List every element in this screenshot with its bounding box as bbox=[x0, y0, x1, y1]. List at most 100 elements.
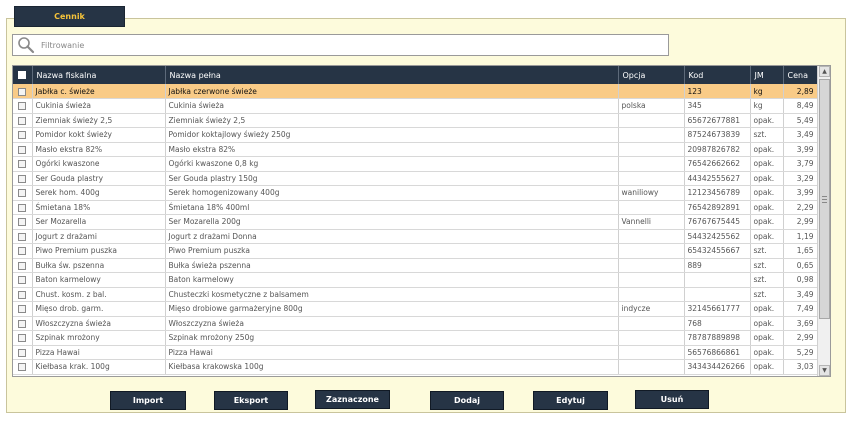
cell-code: 65432455667 bbox=[684, 243, 751, 259]
cell-code: 54432425562 bbox=[684, 229, 751, 244]
cell-full-name: Ser Gouda plastry 150g bbox=[165, 171, 619, 186]
column-header-code[interactable]: Kod bbox=[684, 66, 751, 84]
cell-fiscal-name: Pizza Hawai bbox=[32, 345, 166, 360]
cell-fiscal-name: Ser Gouda plastry bbox=[32, 171, 166, 186]
table-row[interactable]: Masło ekstra 82% Masło ekstra 82% 20987826… bbox=[13, 142, 819, 157]
table-row[interactable]: Pizza Hawai Pizza Hawai 56576866861 opak. 5,… bbox=[13, 345, 819, 360]
table-row[interactable]: Śmietana 18% Śmietana 18% 400ml 7654289289… bbox=[13, 200, 819, 215]
column-header-price[interactable]: Cena bbox=[783, 66, 819, 84]
cell-unit: opak. bbox=[750, 345, 784, 360]
column-header-full-name[interactable]: Nazwa pełna bbox=[165, 66, 619, 84]
cell-code: 56576866861 bbox=[684, 345, 751, 360]
table-row[interactable]: Serek hom. 400g Serek homogenizowany 400g… bbox=[13, 185, 819, 201]
cell-full-name: Ziemniak świeży 2,5 bbox=[165, 113, 619, 128]
add-button[interactable]: Dodaj bbox=[430, 391, 504, 410]
scroll-down-icon[interactable]: ▼ bbox=[819, 365, 830, 376]
cell-full-name: Ogórki kwaszone 0,8 kg bbox=[165, 156, 619, 172]
row-checkbox[interactable] bbox=[13, 301, 33, 317]
cell-full-name: Piwo Premium puszka bbox=[165, 243, 619, 259]
cell-fiscal-name: Bułka św. pszenna bbox=[32, 258, 166, 273]
row-checkbox[interactable] bbox=[13, 142, 33, 157]
row-checkbox[interactable] bbox=[13, 113, 33, 128]
cell-full-name: Pomidor koktajlowy świeży 250g bbox=[165, 127, 619, 143]
table-row[interactable]: Cukinia świeża Cukinia świeża polska 345 kg 8… bbox=[13, 98, 819, 114]
table-row[interactable]: Jogurt z drażami Jogurt z drażami Donna 54… bbox=[13, 229, 819, 244]
row-checkbox[interactable] bbox=[13, 272, 33, 288]
selected-button[interactable]: Zaznaczone bbox=[315, 390, 390, 409]
table-row[interactable]: Ogórki kwaszone Ogórki kwaszone 0,8 kg 765… bbox=[13, 156, 819, 172]
row-checkbox[interactable] bbox=[13, 127, 33, 143]
edit-button[interactable]: Edytuj bbox=[533, 391, 608, 410]
table-row[interactable]: Piwo Premium puszka Piwo Premium puszka 65… bbox=[13, 243, 819, 259]
cell-price: 3,29 bbox=[783, 171, 819, 186]
row-checkbox[interactable] bbox=[13, 214, 33, 230]
filter-input[interactable] bbox=[41, 36, 641, 54]
row-checkbox[interactable] bbox=[13, 171, 33, 186]
scrollbar-thumb[interactable] bbox=[819, 79, 830, 319]
column-header-fiscal-name[interactable]: Nazwa fiskalna bbox=[32, 66, 166, 84]
cell-full-name: Masło ekstra 82% bbox=[165, 142, 619, 157]
table-row[interactable]: Kiełbasa krak. 100g Kiełbasa krakowska 10… bbox=[13, 359, 819, 375]
cell-full-name: Jabłka czerwone świeże bbox=[165, 84, 619, 99]
table-row[interactable]: Chust. kosm. z bal. Chusteczki kosmetyczn… bbox=[13, 287, 819, 302]
cell-option bbox=[618, 359, 685, 375]
row-checkbox[interactable] bbox=[13, 258, 33, 273]
row-checkbox[interactable] bbox=[13, 359, 33, 375]
table-row[interactable]: Ziemniak świeży 2,5 Ziemniak świeży 2,5 65… bbox=[13, 113, 819, 128]
table-row[interactable]: Jabłka c. świeże Jabłka czerwone świeże 12… bbox=[13, 84, 819, 99]
cell-option bbox=[618, 84, 685, 99]
column-header-option[interactable]: Opcja bbox=[618, 66, 685, 84]
row-checkbox[interactable] bbox=[13, 243, 33, 259]
cell-unit: szt. bbox=[750, 258, 784, 273]
select-all-checkbox[interactable] bbox=[13, 66, 33, 84]
row-checkbox[interactable] bbox=[13, 287, 33, 302]
cell-code: 343434426266 bbox=[684, 359, 751, 375]
table-row[interactable]: Ser Mozarella Ser Mozarella 200g Vannelli 7… bbox=[13, 214, 819, 230]
row-checkbox[interactable] bbox=[13, 316, 33, 331]
cell-full-name: Ser Mozarella 200g bbox=[165, 214, 619, 230]
cell-full-name: Mięso drobiowe garmażeryjne 800g bbox=[165, 301, 619, 317]
row-checkbox[interactable] bbox=[13, 200, 33, 215]
row-checkbox[interactable] bbox=[13, 84, 33, 99]
cell-full-name: Baton karmelowy bbox=[165, 272, 619, 288]
cell-code: 768 bbox=[684, 316, 751, 331]
export-button[interactable]: Eksport bbox=[214, 391, 288, 410]
import-button[interactable]: Import bbox=[110, 391, 186, 410]
row-checkbox[interactable] bbox=[13, 185, 33, 201]
row-checkbox[interactable] bbox=[13, 330, 33, 346]
row-checkbox[interactable] bbox=[13, 156, 33, 172]
table-row[interactable]: Włoszczyzna świeża Włoszczyzna świeża 768 o… bbox=[13, 316, 819, 331]
search-icon bbox=[15, 35, 37, 55]
cell-unit: opak. bbox=[750, 330, 784, 346]
cell-code: 76767675445 bbox=[684, 214, 751, 230]
table-row[interactable]: Ser Gouda plastry Ser Gouda plastry 150g 4… bbox=[13, 171, 819, 186]
table-row[interactable]: Pomidor kokt świeży Pomidor koktajlowy św… bbox=[13, 127, 819, 143]
cell-price: 3,03 bbox=[783, 359, 819, 375]
cell-price: 7,49 bbox=[783, 301, 819, 317]
cell-option: waniliowy bbox=[618, 185, 685, 201]
delete-button[interactable]: Usuń bbox=[635, 390, 709, 409]
tab-cennik[interactable]: Cennik bbox=[14, 6, 125, 27]
row-checkbox[interactable] bbox=[13, 345, 33, 360]
cell-unit: szt. bbox=[750, 243, 784, 259]
cell-price: 1,65 bbox=[783, 243, 819, 259]
cell-unit: opak. bbox=[750, 200, 784, 215]
cell-fiscal-name: Cukinia świeża bbox=[32, 98, 166, 114]
table-row[interactable]: Bułka św. pszenna Bułka świeża pszenna 889… bbox=[13, 258, 819, 273]
row-checkbox[interactable] bbox=[13, 98, 33, 114]
cell-unit: szt. bbox=[750, 287, 784, 302]
cell-fiscal-name: Baton karmelowy bbox=[32, 272, 166, 288]
cell-code bbox=[684, 272, 751, 288]
cell-code bbox=[684, 287, 751, 302]
row-checkbox[interactable] bbox=[13, 229, 33, 244]
cell-fiscal-name: Piwo Premium puszka bbox=[32, 243, 166, 259]
cell-option bbox=[618, 272, 685, 288]
table-row[interactable]: Baton karmelowy Baton karmelowy szt. 0,98 bbox=[13, 272, 819, 288]
table-row[interactable]: Mięso drob. garm. Mięso drobiowe garmażer… bbox=[13, 301, 819, 317]
scroll-up-icon[interactable]: ▲ bbox=[819, 66, 830, 77]
column-header-unit[interactable]: JM bbox=[750, 66, 784, 84]
vertical-scrollbar[interactable]: ▲ ▼ bbox=[817, 66, 830, 376]
table-row[interactable]: Szpinak mrożony Szpinak mrożony 250g 78787… bbox=[13, 330, 819, 346]
cell-fiscal-name: Chust. kosm. z bal. bbox=[32, 287, 166, 302]
cell-full-name: Kiełbasa krakowska 100g bbox=[165, 359, 619, 375]
